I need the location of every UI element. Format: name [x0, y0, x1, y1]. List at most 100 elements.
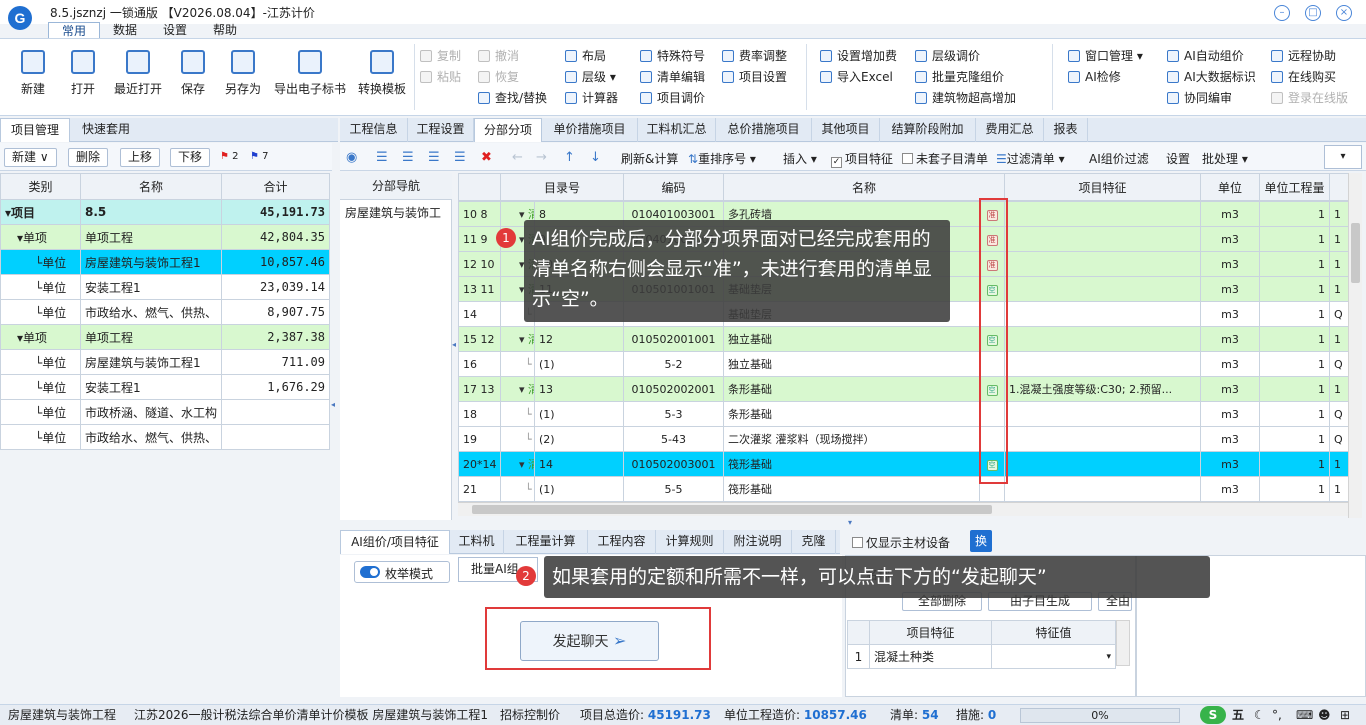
- unmatched-checkbox[interactable]: 未套子目清单: [902, 150, 988, 167]
- tree-row[interactable]: └单位 房屋建筑与装饰工程1 10,857.46: [0, 249, 330, 275]
- copy-button[interactable]: 复制: [420, 47, 461, 64]
- tab-ai-price[interactable]: AI组价/项目特征: [340, 530, 450, 554]
- start-chat-button[interactable]: 发起聊天 ➢: [520, 621, 659, 661]
- tab-total-measures[interactable]: 总价措施项目: [716, 118, 812, 142]
- tree-row[interactable]: └单位 市政给水、燃气、供热、: [0, 424, 330, 450]
- collapse-nav-icon[interactable]: ◂: [452, 340, 456, 349]
- tab-settlement[interactable]: 结算阶段附加: [880, 118, 976, 142]
- arrow-right-icon[interactable]: →: [536, 150, 547, 165]
- arrow-down-icon[interactable]: ↓: [590, 150, 601, 165]
- moon-icon[interactable]: ☾: [1254, 705, 1265, 725]
- add-fee-button[interactable]: 设置增加费: [820, 47, 897, 64]
- tree-row[interactable]: ▾项目 8.5 45,191.73: [0, 199, 330, 225]
- maximize-icon[interactable]: □: [1305, 5, 1321, 21]
- tab-notes[interactable]: 附注说明: [724, 530, 792, 554]
- table-row[interactable]: 15 12▾ 清12010502001001独立基础空m311: [458, 326, 1349, 352]
- online-login-button[interactable]: 登录在线版: [1271, 89, 1348, 106]
- indent-icon[interactable]: ☰: [376, 150, 388, 165]
- new-button[interactable]: 新建: [14, 50, 52, 97]
- move-up-button[interactable]: 上移: [120, 148, 161, 167]
- menu-tab-data[interactable]: 数据: [100, 22, 150, 38]
- enum-mode-toggle[interactable]: 枚举模式: [354, 561, 450, 583]
- batch-button[interactable]: 批处理 ▾: [1202, 150, 1248, 167]
- window-manage-button[interactable]: 窗口管理 ▾: [1068, 47, 1143, 64]
- tree-row[interactable]: └单位 市政桥涵、隧道、水工构: [0, 399, 330, 425]
- project-price-button[interactable]: 项目调价: [640, 89, 705, 106]
- building-height-button[interactable]: 建筑物超高增加: [915, 89, 1016, 106]
- calculator-button[interactable]: 计算器: [565, 89, 618, 106]
- ai-filter-button[interactable]: AI组价过滤: [1089, 150, 1149, 167]
- list-edit-button[interactable]: 清单编辑: [640, 68, 705, 85]
- recent-button[interactable]: 最近打开: [110, 50, 166, 97]
- settings-button[interactable]: 设置: [1166, 150, 1190, 167]
- delete-row-icon[interactable]: ✖: [481, 150, 492, 165]
- tab-unit-measures[interactable]: 单价措施项目: [542, 118, 638, 142]
- filter-list-button[interactable]: ☰过滤清单 ▾: [996, 150, 1065, 167]
- scroll-thumb[interactable]: [1351, 223, 1360, 283]
- align-icon[interactable]: ☰: [428, 150, 440, 165]
- import-excel-button[interactable]: 导入Excel: [820, 68, 893, 85]
- tab-fee-summary[interactable]: 费用汇总: [976, 118, 1044, 142]
- table-row[interactable]: 19└ 子(2)5-43二次灌浆 灌浆料（现场搅拌）m31Q: [458, 426, 1349, 452]
- convert-template-button[interactable]: 转换模板: [354, 50, 410, 97]
- table-row[interactable]: 18└ 子(1)5-3条形基础m31Q: [458, 401, 1349, 427]
- user-icon[interactable]: ☻: [1318, 705, 1331, 725]
- tab-reports[interactable]: 报表: [1044, 118, 1088, 142]
- ai-auto-price-button[interactable]: AI自动组价: [1167, 47, 1244, 64]
- punct-icon[interactable]: °,: [1272, 705, 1282, 725]
- insert-button[interactable]: 插入 ▾: [783, 150, 817, 167]
- grid-icon[interactable]: ⊞: [1340, 705, 1350, 725]
- save-as-button[interactable]: 另存为: [220, 50, 266, 97]
- layout-button[interactable]: 布局: [565, 47, 606, 64]
- tree-row[interactable]: └单位 安装工程1 1,676.29: [0, 374, 330, 400]
- rate-adjust-button[interactable]: 费率调整: [722, 47, 787, 64]
- save-button[interactable]: 保存: [174, 50, 212, 97]
- delete-button[interactable]: 删除: [68, 148, 109, 167]
- blue-flag-icon[interactable]: ⚑ 7: [250, 151, 269, 162]
- tree-row[interactable]: └单位 安装工程1 23,039.14: [0, 274, 330, 300]
- minimize-icon[interactable]: –: [1274, 5, 1290, 21]
- batch-clone-button[interactable]: 批量克隆组价: [915, 68, 1004, 85]
- table-row[interactable]: 17 13▾ 清13010502002001条形基础空1.混凝土强度等级:C30…: [458, 376, 1349, 402]
- collapse-left-icon[interactable]: ◂: [331, 400, 335, 409]
- online-buy-button[interactable]: 在线购买: [1271, 68, 1336, 85]
- ai-check-button[interactable]: AI检修: [1068, 68, 1121, 85]
- level-button[interactable]: 层级 ▾: [565, 68, 616, 85]
- table-row[interactable]: 16└ 子(1)5-2独立基础m31Q: [458, 351, 1349, 377]
- tab-clone[interactable]: 克隆: [792, 530, 836, 554]
- tab-other-items[interactable]: 其他项目: [812, 118, 880, 142]
- tree-row[interactable]: └单位 市政给水、燃气、供热、 8,907.75: [0, 299, 330, 325]
- expand-icon[interactable]: ☰: [454, 150, 466, 165]
- tab-material[interactable]: 工料机: [450, 530, 504, 554]
- division-nav-item[interactable]: 房屋建筑与装饰工: [345, 204, 441, 221]
- tab-quick-apply[interactable]: 快速套用: [72, 118, 140, 142]
- tab-material-summary[interactable]: 工料机汇总: [638, 118, 716, 142]
- project-settings-button[interactable]: 项目设置: [722, 68, 787, 85]
- feature-value-dropdown[interactable]: ▾: [991, 644, 1116, 669]
- menu-tab-settings[interactable]: 设置: [150, 22, 200, 38]
- menu-tab-help[interactable]: 帮助: [200, 22, 250, 38]
- feature-checkbox[interactable]: ✓ 项目特征: [831, 150, 893, 168]
- remote-assist-button[interactable]: 远程协助: [1271, 47, 1336, 64]
- scroll-thumb[interactable]: [472, 505, 992, 514]
- find-replace-button[interactable]: 查找/替换: [478, 89, 547, 106]
- ai-bigdata-button[interactable]: AI大数据标识: [1167, 68, 1256, 85]
- swap-button[interactable]: 换: [970, 530, 992, 552]
- collapse-bottom-icon[interactable]: ▾: [848, 518, 852, 527]
- feature-scrollbar[interactable]: [1116, 620, 1130, 666]
- export-bid-button[interactable]: 导出电子标书: [272, 50, 348, 97]
- vertical-scrollbar[interactable]: [1348, 173, 1362, 518]
- new-dropdown-button[interactable]: 新建 ∨: [4, 148, 57, 167]
- tree-row[interactable]: ▾单项 单项工程 42,804.35: [0, 224, 330, 250]
- tab-calc-rules[interactable]: 计算规则: [656, 530, 724, 554]
- outdent-icon[interactable]: ☰: [402, 150, 414, 165]
- only-main-checkbox[interactable]: 仅显示主材设备: [852, 534, 950, 551]
- ime-mode[interactable]: 五: [1232, 705, 1244, 725]
- tree-row[interactable]: ▾单项 单项工程 2,387.38: [0, 324, 330, 350]
- undo-button[interactable]: 撤消: [478, 47, 519, 64]
- tab-project-settings[interactable]: 工程设置: [408, 118, 474, 142]
- special-symbol-button[interactable]: 特殊符号: [640, 47, 705, 64]
- level-price-button[interactable]: 层级调价: [915, 47, 980, 64]
- tab-project-info[interactable]: 工程信息: [340, 118, 408, 142]
- paste-button[interactable]: 粘贴: [420, 68, 461, 85]
